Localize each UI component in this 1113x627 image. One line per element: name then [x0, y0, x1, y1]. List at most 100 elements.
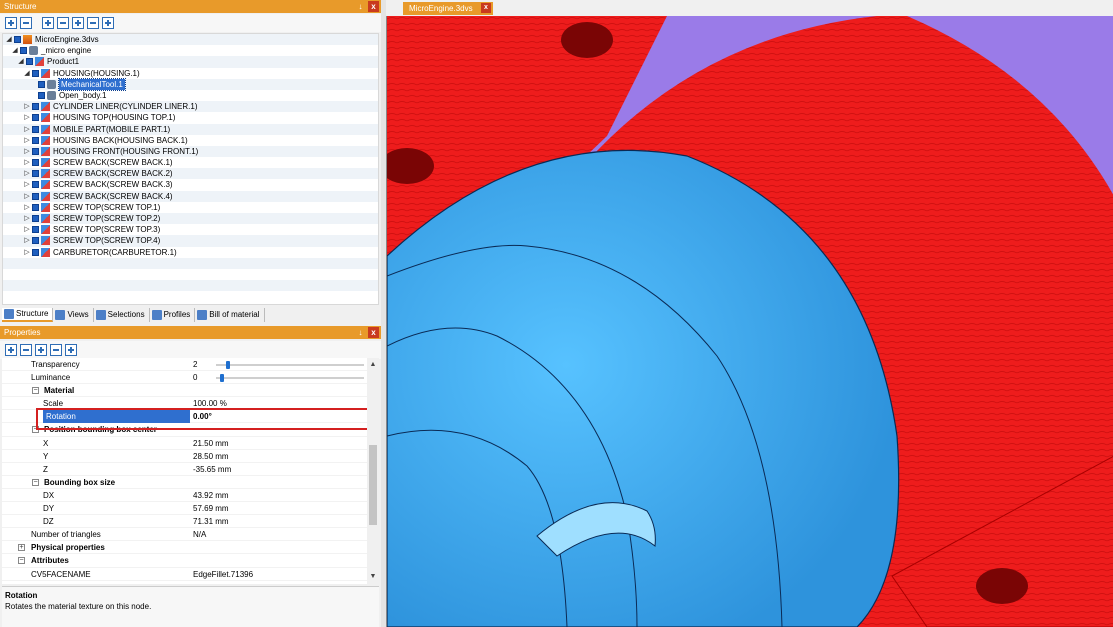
property-value[interactable]: 71.31 mm	[193, 515, 229, 528]
collapse-level-icon[interactable]	[57, 17, 69, 29]
property-value[interactable]: 2	[193, 358, 197, 371]
property-row[interactable]: CV5FACENAME EdgeFillet.71396	[2, 568, 367, 581]
section-toggle-icon[interactable]: −	[32, 478, 39, 486]
property-row[interactable]: Luminance 0	[2, 371, 367, 385]
tree-item[interactable]: ▷ CARBURETOR(CARBURETOR.1)	[3, 247, 378, 258]
visibility-checkbox[interactable]	[32, 170, 39, 178]
visibility-checkbox[interactable]	[32, 248, 39, 256]
section-toggle-icon[interactable]: +	[18, 544, 25, 552]
visibility-checkbox[interactable]	[32, 69, 39, 77]
scroll-down-icon[interactable]: ▼	[367, 572, 379, 582]
property-row[interactable]: Transparency 2	[2, 358, 367, 372]
expand-toggle-icon[interactable]: ▷	[23, 135, 31, 146]
property-section[interactable]: + Physical properties	[2, 541, 367, 555]
expand-toggle-icon[interactable]: ▷	[23, 146, 31, 157]
expand-toggle-icon[interactable]: ▷	[23, 124, 31, 135]
visibility-checkbox[interactable]	[38, 91, 45, 99]
tree-item[interactable]: ▷ CYLINDER LINER(CYLINDER LINER.1)	[3, 101, 378, 113]
tab-views[interactable]: Views	[53, 307, 94, 322]
property-value[interactable]: N/A	[193, 528, 206, 541]
collapse-all-properties-icon[interactable]	[20, 344, 32, 356]
expand-level-icon[interactable]	[42, 17, 54, 29]
expand-toggle-icon[interactable]: ▷	[23, 202, 31, 213]
scroll-up-icon[interactable]: ▲	[367, 360, 379, 370]
visibility-checkbox[interactable]	[32, 159, 39, 167]
property-slider[interactable]	[216, 374, 364, 383]
structure-tree[interactable]: ◢ MicroEngine.3dvs ◢ _micro engine ◢ Product1…	[2, 33, 379, 305]
property-value[interactable]: 21.50 mm	[193, 437, 229, 450]
tree-item[interactable]: ◢ Product1	[3, 56, 378, 68]
visibility-checkbox[interactable]	[32, 181, 39, 189]
expand-toggle-icon[interactable]: ▷	[23, 247, 31, 258]
visibility-checkbox[interactable]	[14, 36, 21, 43]
tree-item[interactable]: ▷ SCREW TOP(SCREW TOP.2)	[3, 213, 378, 225]
tree-item[interactable]: ▷ SCREW TOP(SCREW TOP.3)	[3, 224, 378, 235]
locate-icon[interactable]	[102, 17, 114, 29]
visibility-checkbox[interactable]	[26, 58, 33, 66]
expand-all-properties-icon[interactable]	[5, 344, 17, 356]
scroll-thumb[interactable]	[369, 445, 377, 525]
tab-structure[interactable]: Structure	[2, 307, 54, 322]
visibility-checkbox[interactable]	[32, 136, 39, 144]
property-row[interactable]: Z -35.65 mm	[2, 463, 367, 476]
visibility-checkbox[interactable]	[32, 237, 39, 245]
expand-toggle-icon[interactable]: ◢	[17, 56, 25, 67]
expand-toggle-icon[interactable]	[29, 90, 37, 101]
tree-item[interactable]: ◢ MicroEngine.3dvs	[3, 34, 378, 46]
tree-item[interactable]: ▷ SCREW BACK(SCREW BACK.3)	[3, 179, 378, 190]
tree-item[interactable]: ▷ SCREW BACK(SCREW BACK.1)	[3, 157, 378, 168]
tab-profiles[interactable]: Profiles	[150, 307, 196, 322]
pin-icon[interactable]: ↓	[355, 327, 366, 338]
property-value[interactable]: EdgeFillet.71396	[193, 568, 253, 581]
tree-item[interactable]: ▷ SCREW BACK(SCREW BACK.2)	[3, 168, 378, 180]
tab-bill-of-material[interactable]: Bill of material	[195, 307, 265, 322]
properties-grid[interactable]: Transparency 2 Luminance 0− Material Scale 100…	[2, 358, 367, 584]
property-value[interactable]: 0	[193, 371, 197, 384]
visibility-checkbox[interactable]	[32, 114, 39, 122]
tab-selections[interactable]: Selections	[94, 307, 150, 322]
tree-item[interactable]: Open_body.1	[3, 90, 378, 101]
expand-toggle-icon[interactable]: ▷	[23, 157, 31, 168]
tree-item[interactable]: ◢ HOUSING(HOUSING.1)	[3, 68, 378, 79]
categorized-icon[interactable]	[35, 344, 47, 356]
visibility-checkbox[interactable]	[38, 80, 45, 88]
alphabetical-icon[interactable]	[50, 344, 62, 356]
tree-item[interactable]: ◢ _micro engine	[3, 45, 378, 56]
expand-toggle-icon[interactable]: ▷	[23, 191, 31, 202]
property-value[interactable]: 28.50 mm	[193, 450, 229, 463]
expand-toggle-icon[interactable]: ▷	[23, 168, 31, 179]
property-value[interactable]: 57.69 mm	[193, 502, 229, 515]
close-properties-button[interactable]: x	[368, 327, 379, 338]
expand-toggle-icon[interactable]: ◢	[5, 34, 13, 45]
document-tab[interactable]: MicroEngine.3dvs x	[403, 2, 493, 15]
property-row[interactable]: DX 43.92 mm	[2, 489, 367, 503]
close-structure-button[interactable]: x	[368, 1, 379, 12]
visibility-checkbox[interactable]	[32, 215, 39, 222]
property-section[interactable]: − Material	[2, 384, 367, 398]
slider-thumb[interactable]	[225, 361, 230, 369]
tree-item[interactable]: ▷ SCREW BACK(SCREW BACK.4)	[3, 190, 378, 202]
tree-item[interactable]: ▷ SCREW TOP(SCREW TOP.1)	[3, 202, 378, 213]
tree-item[interactable]: MechanicalTool.1	[3, 77, 378, 91]
expand-toggle-icon[interactable]: ▷	[23, 235, 31, 246]
expand-all-icon[interactable]	[5, 17, 17, 29]
tree-item[interactable]: ▷ HOUSING BACK(HOUSING BACK.1)	[3, 135, 378, 146]
tree-item[interactable]: ▷ HOUSING TOP(HOUSING TOP.1)	[3, 112, 378, 123]
visibility-checkbox[interactable]	[32, 226, 39, 234]
section-toggle-icon[interactable]: −	[32, 387, 39, 395]
3d-scene[interactable]	[387, 16, 1113, 627]
filter-icon[interactable]	[65, 344, 77, 356]
tree-item[interactable]: ▷ MOBILE PART(MOBILE PART.1)	[3, 123, 378, 135]
expand-toggle-icon[interactable]: ▷	[23, 179, 31, 190]
property-row[interactable]: Y 28.50 mm	[2, 450, 367, 463]
visibility-checkbox[interactable]	[32, 147, 39, 155]
tree-layout-icon[interactable]	[87, 17, 99, 29]
visibility-checkbox[interactable]	[32, 103, 39, 111]
slider-thumb[interactable]	[220, 374, 224, 383]
property-row[interactable]: DY 57.69 mm	[2, 502, 367, 516]
expand-toggle-icon[interactable]: ▷	[23, 101, 31, 112]
section-toggle-icon[interactable]: −	[18, 557, 25, 565]
property-row[interactable]: X 21.50 mm	[2, 437, 367, 450]
properties-scrollbar[interactable]: ▲ ▼	[367, 358, 379, 584]
property-row[interactable]: DZ 71.31 mm	[2, 515, 367, 529]
